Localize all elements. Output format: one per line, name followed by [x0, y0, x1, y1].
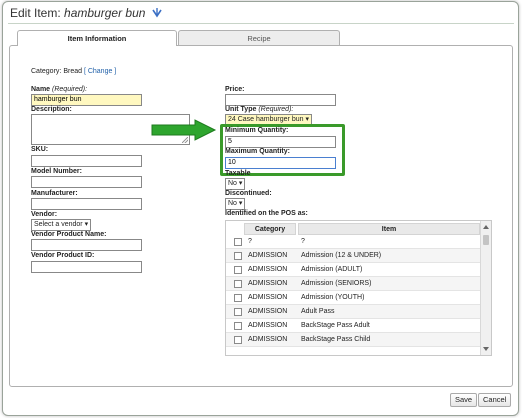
pos-row-category: ADMISSION — [248, 280, 288, 287]
pos-header-category[interactable]: Category — [244, 223, 296, 235]
pos-row-category: ADMISSION — [248, 266, 288, 273]
pos-row-item: BackStage Pass Adult — [301, 322, 370, 329]
manufacturer-input[interactable] — [31, 198, 142, 210]
pos-row-item: BackStage Pass Child — [301, 336, 371, 343]
scrollbar-thumb[interactable] — [483, 235, 489, 245]
category-label: Category: — [31, 68, 62, 75]
pos-row-item: Admission (SENIORS) — [301, 280, 372, 287]
maximum-quantity-label: Maximum Quantity: — [225, 148, 290, 155]
category-value: Bread — [63, 68, 82, 75]
pos-row-checkbox[interactable] — [234, 322, 242, 330]
pos-row[interactable]: ? ? — [226, 235, 480, 249]
unit-type-label: Unit Type (Required): — [225, 106, 293, 113]
pos-row-category: ADMISSION — [248, 252, 288, 259]
manufacturer-label: Manufacturer: — [31, 190, 78, 197]
vendor-select-value: Select a vendor — [34, 221, 83, 228]
maximum-quantity-input[interactable]: 10 — [225, 157, 336, 169]
taxable-label: Taxable — [225, 170, 251, 177]
dropdown-arrow-icon: ▾ — [238, 180, 243, 187]
taxable-select-value: No — [228, 180, 237, 187]
pos-row-item: Admission (YOUTH) — [301, 294, 365, 301]
highlight-arrow-icon — [151, 119, 217, 141]
dropdown-arrow-icon: ▾ — [238, 200, 243, 207]
unit-type-label-text: Unit Type — [225, 106, 257, 113]
pos-row-category: ADMISSION — [248, 336, 288, 343]
pos-row-item: Admission (12 & UNDER) — [301, 252, 382, 259]
model-number-input[interactable] — [31, 176, 142, 188]
tab-item-information[interactable]: Item Information — [17, 30, 177, 46]
pos-list-scrollbar[interactable] — [480, 221, 491, 355]
pos-row[interactable]: ADMISSION Admission (YOUTH) — [226, 291, 480, 305]
unit-type-select-value: 24 Case hamburger bun — [228, 116, 304, 123]
sku-label: SKU: — [31, 146, 49, 153]
unit-type-required-note: (Required): — [258, 106, 294, 113]
discontinued-label: Discontinued: — [225, 190, 272, 197]
vendor-product-id-input[interactable] — [31, 261, 142, 273]
pos-row-item: Admission (ADULT) — [301, 266, 363, 273]
title-prefix: Edit Item: — [10, 6, 65, 20]
vendor-product-id-label: Vendor Product ID: — [31, 252, 95, 259]
save-button[interactable]: Save — [450, 393, 478, 407]
price-input[interactable] — [225, 94, 336, 106]
pos-table-header: Category Item — [226, 223, 480, 235]
pos-row-checkbox[interactable] — [234, 308, 242, 316]
page-title: Edit Item: hamburger bun — [10, 6, 162, 20]
pos-header-item[interactable]: Item — [298, 223, 480, 235]
dropdown-arrow-icon: ▾ — [305, 116, 309, 123]
pos-row-item: ? — [301, 238, 305, 245]
pos-row-item: Adult Pass — [301, 308, 335, 315]
title-divider — [8, 23, 514, 24]
pos-row-checkbox[interactable] — [234, 252, 242, 260]
pos-row-checkbox[interactable] — [234, 294, 242, 302]
vendor-product-name-input[interactable] — [31, 239, 142, 251]
pos-row[interactable]: ADMISSION BackStage Pass Adult — [226, 319, 480, 333]
pos-identification-label: Identified on the POS as: — [225, 210, 308, 217]
category-change-link[interactable]: [ Change ] — [84, 68, 116, 75]
pos-row[interactable]: ADMISSION BackStage Pass Child — [226, 333, 480, 347]
price-label: Price: — [225, 86, 245, 93]
pos-row-category: ADMISSION — [248, 308, 288, 315]
scroll-up-arrow-icon[interactable] — [483, 225, 489, 229]
vendor-label: Vendor: — [31, 211, 58, 218]
pos-row-checkbox[interactable] — [234, 336, 242, 344]
pos-row-checkbox[interactable] — [234, 266, 242, 274]
scroll-down-arrow-icon[interactable] — [483, 347, 489, 351]
name-label: Name (Required): — [31, 86, 87, 93]
pos-row[interactable]: ADMISSION Admission (12 & UNDER) — [226, 249, 480, 263]
model-number-label: Model Number: — [31, 168, 82, 175]
taxable-select[interactable]: No ▾ — [225, 178, 246, 190]
category-row: Category: Bread [ Change ] — [31, 68, 116, 75]
tab-recipe[interactable]: Recipe — [178, 30, 340, 46]
vendor-product-name-label: Vendor Product Name: — [31, 231, 107, 238]
cancel-button[interactable]: Cancel — [478, 393, 512, 407]
dropdown-arrow-icon: ▾ — [84, 221, 89, 228]
description-label: Description: — [31, 106, 72, 113]
discontinued-select[interactable]: No ▾ — [225, 198, 246, 210]
minimum-quantity-input[interactable]: 5 — [225, 136, 336, 148]
pos-row[interactable]: ADMISSION Adult Pass — [226, 305, 480, 319]
pos-row-checkbox[interactable] — [234, 280, 242, 288]
vendor-select[interactable]: Select a vendor ▾ — [31, 219, 92, 231]
name-label-text: Name — [31, 86, 51, 93]
sku-input[interactable] — [31, 155, 142, 167]
pos-row-category: ? — [248, 238, 252, 245]
minimum-quantity-label: Minimum Quantity: — [225, 127, 289, 134]
name-input[interactable]: hamburger bun — [31, 94, 142, 106]
pos-row-checkbox[interactable] — [234, 238, 242, 246]
name-required-note: (Required): — [52, 86, 88, 93]
pos-row-category: ADMISSION — [248, 294, 288, 301]
pin-down-arrow-icon[interactable] — [152, 8, 162, 18]
pos-items-list[interactable]: Category Item ? ? ADMISSION Admission (1… — [225, 220, 492, 356]
title-item-name: hamburger bun — [64, 6, 146, 20]
discontinued-select-value: No — [228, 200, 237, 207]
pos-row[interactable]: ADMISSION Admission (ADULT) — [226, 263, 480, 277]
pos-row[interactable]: ADMISSION Admission (SENIORS) — [226, 277, 480, 291]
pos-row-category: ADMISSION — [248, 322, 288, 329]
